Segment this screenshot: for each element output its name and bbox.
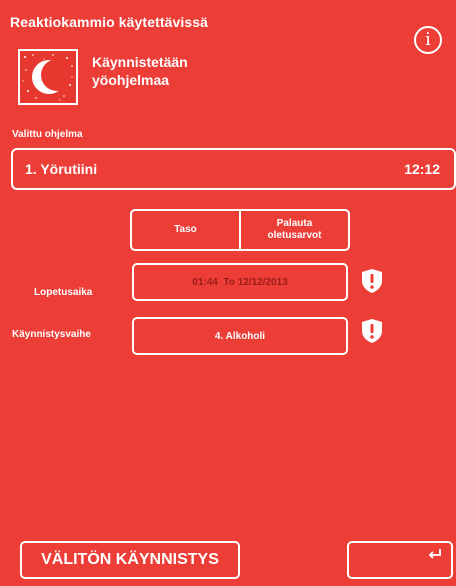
- start-step-label: Käynnistysvaihe: [12, 329, 91, 340]
- start-step-value: 4. Alkoholi: [214, 330, 266, 342]
- back-button[interactable]: [347, 541, 453, 579]
- back-arrow-icon: [428, 549, 441, 559]
- end-time-label: Lopetusaika: [34, 287, 93, 298]
- level-button-label: Taso: [174, 224, 197, 235]
- selected-program-field[interactable]: 1. Yörutiini 12:12: [11, 148, 456, 190]
- program-time: 12:12: [404, 161, 440, 177]
- mode-status-line2: yöohjelmaa: [92, 72, 170, 88]
- info-icon: i: [425, 29, 431, 50]
- reset-defaults-button[interactable]: Palauta oletusarvot: [239, 211, 348, 249]
- start-step-field[interactable]: 4. Alkoholi: [132, 317, 348, 355]
- selected-program-label: Valittu ohjelma: [12, 129, 83, 140]
- start-now-label: VÄLITÖN KÄYNNISTYS: [41, 551, 219, 568]
- shield-warning-icon: [362, 319, 382, 343]
- level-button[interactable]: Taso: [132, 211, 239, 249]
- screen-title: Reaktiokammio käytettävissä: [10, 14, 209, 30]
- start-step-warning-button[interactable]: [360, 318, 384, 349]
- end-time-value: 01:44 To 12/12/2013: [192, 276, 288, 288]
- start-now-button[interactable]: VÄLITÖN KÄYNNISTYS: [20, 541, 240, 579]
- mode-status-line1: Käynnistetään: [92, 54, 188, 70]
- end-time-warning-button[interactable]: [360, 268, 384, 299]
- shield-warning-icon: [362, 269, 382, 293]
- reset-defaults-label: Palauta oletusarvot: [268, 218, 322, 242]
- moon-night-icon: [18, 49, 78, 105]
- mode-status: Käynnistetään yöohjelmaa: [92, 53, 188, 89]
- program-name: 1. Yörutiini: [25, 161, 98, 177]
- end-time-field[interactable]: 01:44 To 12/12/2013: [132, 263, 348, 301]
- info-button[interactable]: i: [414, 26, 442, 54]
- reset-defaults-label-line1: Palauta: [276, 218, 313, 229]
- reset-defaults-label-line2: oletusarvot: [267, 230, 322, 241]
- level-controls: Taso Palauta oletusarvot: [130, 209, 350, 251]
